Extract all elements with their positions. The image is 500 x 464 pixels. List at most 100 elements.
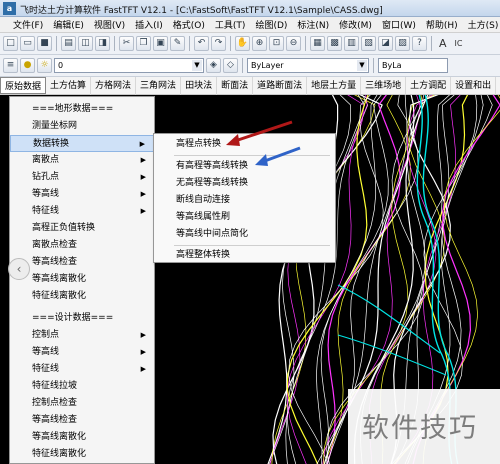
menu-item-feature-line-discretize[interactable]: 特征线离散化 [10, 288, 154, 305]
submenu-item-elevation-point-convert[interactable]: 高程点转换 [154, 136, 335, 153]
zoom-realtime-icon[interactable]: ⊕ [252, 36, 267, 51]
menu-view[interactable]: 视图(V) [89, 18, 130, 31]
menu-item-design-contour-check[interactable]: 等高线检查 [10, 412, 154, 429]
open-file-icon[interactable]: ▭ [20, 36, 35, 51]
zoom-previous-icon[interactable]: ⊖ [286, 36, 301, 51]
data-conversion-submenu: 高程点转换 有高程等高线转换 无高程等高线转换 断线自动连接 等高线属性刷 等高… [153, 133, 336, 263]
sun-icon[interactable]: ☼ [37, 58, 52, 73]
cut-icon[interactable]: ✂ [119, 36, 134, 51]
menu-item-label: 离散点 [32, 155, 60, 165]
linetype-dropdown[interactable]: ByLa [378, 58, 448, 73]
menu-file[interactable]: 文件(F) [8, 18, 48, 31]
print-icon[interactable]: ▤ [61, 36, 76, 51]
tab-field-block-method[interactable]: 田块法 [181, 76, 218, 95]
submenu-item-contour-attribute-brush[interactable]: 等高线属性刷 [154, 209, 335, 226]
menu-item-survey-grid[interactable]: 测量坐标网 [10, 118, 154, 135]
menu-item-discrete-points[interactable]: 离散点 ▶ [10, 152, 154, 169]
tab-triangulation-method[interactable]: 三角网法 [136, 76, 182, 95]
menu-item-contours[interactable]: 等高线 ▶ [10, 186, 154, 203]
menu-dimension[interactable]: 标注(N) [292, 18, 334, 31]
toolbar-divider [305, 36, 306, 51]
tab-earthwork-estimate[interactable]: 土方估算 [46, 76, 92, 95]
window-title: 飞时达土方计算软件 FastTFT V12.1 - [C:\FastSoft\F… [20, 6, 383, 16]
menu-item-borehole-points[interactable]: 钻孔点 ▶ [10, 169, 154, 186]
make-current-layer-icon[interactable]: ◈ [206, 58, 221, 73]
app-icon: a [3, 2, 16, 15]
sheet-set-icon[interactable]: ▧ [361, 36, 376, 51]
submenu-item-elevated-contour-convert[interactable]: 有高程等高线转换 [154, 158, 335, 175]
submenu-item-non-elevated-contour-convert[interactable]: 无高程等高线转换 [154, 175, 335, 192]
tab-stratum-volume[interactable]: 地层土方量 [307, 76, 362, 95]
menu-format[interactable]: 格式(O) [168, 18, 210, 31]
menu-item-feature-lines[interactable]: 特征线 ▶ [10, 203, 154, 220]
tab-road-section-method[interactable]: 道路断面法 [253, 76, 308, 95]
menu-item-label: 控制点 [32, 330, 60, 340]
help-icon[interactable]: ? [412, 36, 427, 51]
layer-previous-icon[interactable]: ◇ [223, 58, 238, 73]
color-dropdown[interactable]: ByLayer ▼ [247, 58, 369, 73]
menu-item-label: 钻孔点 [32, 172, 60, 182]
menu-insert[interactable]: 插入(I) [130, 18, 168, 31]
menu-item-contour-check[interactable]: 等高线检查 [10, 254, 154, 271]
menu-item-contour-discretize[interactable]: 等高线离散化 [10, 271, 154, 288]
layer-manager-icon[interactable]: ≡ [3, 58, 18, 73]
menu-item-label: 数据转换 [33, 139, 70, 149]
menu-item-label: 等高线 [32, 189, 60, 199]
submenu-item-label: 高程整体转换 [176, 250, 231, 260]
submenu-arrow-icon: ▶ [140, 207, 146, 215]
undo-icon[interactable]: ↶ [194, 36, 209, 51]
layer-dropdown[interactable]: 0 ▼ [54, 58, 204, 73]
zoom-window-icon[interactable]: ⊡ [269, 36, 284, 51]
menu-item-design-feature-line-discretize[interactable]: 特征线离散化 [10, 446, 154, 463]
menu-edit[interactable]: 编辑(E) [48, 18, 89, 31]
menu-item-design-contours[interactable]: 等高线 ▶ [10, 344, 154, 361]
tab-grid-method[interactable]: 方格网法 [91, 76, 137, 95]
menu-item-design-contour-discretize[interactable]: 等高线离散化 [10, 429, 154, 446]
menu-item-data-conversion[interactable]: 数据转换 ▶ [10, 135, 154, 152]
tab-3d-site[interactable]: 三维场地 [361, 76, 407, 95]
tab-original-data[interactable]: 原始数据 [0, 77, 47, 94]
submenu-item-auto-join-breaks[interactable]: 断线自动连接 [154, 192, 335, 209]
tab-settings-output[interactable]: 设置和出 [451, 76, 497, 95]
submenu-item-contour-midpoint-simplify[interactable]: 等高线中间点简化 [154, 226, 335, 243]
pan-icon[interactable]: ✋ [235, 36, 250, 51]
menu-item-discrete-point-check[interactable]: 离散点检查 [10, 237, 154, 254]
paste-icon[interactable]: ▣ [153, 36, 168, 51]
tab-earthwork-allocation[interactable]: 土方调配 [406, 76, 452, 95]
menu-item-control-point-check[interactable]: 控制点检查 [10, 395, 154, 412]
color-value: ByLayer [251, 61, 284, 70]
lightbulb-icon[interactable]: ● [20, 58, 35, 73]
new-file-icon[interactable]: □ [3, 36, 18, 51]
chevron-left-icon[interactable]: ‹ [8, 258, 30, 280]
menu-item-design-feature-lines[interactable]: 特征线 ▶ [10, 361, 154, 378]
publish-icon[interactable]: ◨ [95, 36, 110, 51]
text-style-icon[interactable]: A [436, 37, 450, 50]
menu-earthwork[interactable]: 土方(S) [463, 18, 500, 31]
redo-icon[interactable]: ↷ [211, 36, 226, 51]
menu-help[interactable]: 帮助(H) [421, 18, 463, 31]
menu-item-feature-line-slope[interactable]: 特征线拉坡 [10, 378, 154, 395]
chevron-down-icon: ▼ [192, 60, 202, 71]
calculator-icon[interactable]: ▨ [395, 36, 410, 51]
tool-palette-icon[interactable]: ▥ [344, 36, 359, 51]
print-preview-icon[interactable]: ◫ [78, 36, 93, 51]
menu-header-design-data: ===设计数据=== [10, 310, 154, 327]
menu-modify[interactable]: 修改(M) [334, 18, 377, 31]
match-properties-icon[interactable]: ✎ [170, 36, 185, 51]
design-center-icon[interactable]: ▩ [327, 36, 342, 51]
menu-draw[interactable]: 绘图(D) [250, 18, 292, 31]
menu-item-control-points[interactable]: 控制点 ▶ [10, 327, 154, 344]
menu-item-label: 高程正负值转换 [32, 223, 96, 233]
submenu-arrow-icon: ▶ [140, 365, 146, 373]
menu-window[interactable]: 窗口(W) [377, 18, 421, 31]
submenu-item-elevation-bulk-convert[interactable]: 高程整体转换 [154, 247, 335, 264]
markup-icon[interactable]: ◪ [378, 36, 393, 51]
copy-icon[interactable]: ❐ [136, 36, 151, 51]
save-icon[interactable]: ■ [37, 36, 52, 51]
menu-item-elevation-sign-convert[interactable]: 高程正负值转换 [10, 220, 154, 237]
menu-tools[interactable]: 工具(T) [210, 18, 251, 31]
menu-item-label: 测量坐标网 [32, 121, 78, 131]
menu-item-label: 控制点检查 [32, 398, 78, 408]
properties-icon[interactable]: ▦ [310, 36, 325, 51]
tab-section-method[interactable]: 断面法 [217, 76, 254, 95]
